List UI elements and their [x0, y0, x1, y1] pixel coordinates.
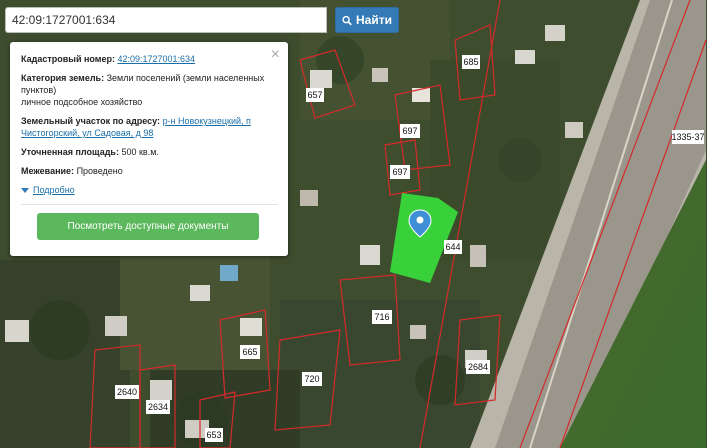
triangle-down-icon	[21, 187, 29, 193]
details-link[interactable]: Подробно	[33, 184, 75, 196]
parcel-label: 2634	[148, 402, 168, 412]
survey-value: Проведено	[76, 166, 123, 176]
parcel-label: 720	[304, 374, 319, 384]
parcel-label: 653	[206, 430, 221, 440]
land-category-row: Категория земель: Земли поселений (земли…	[21, 72, 278, 108]
parcel-label: 665	[242, 347, 257, 357]
parcel-label: 697	[402, 126, 417, 136]
survey-row: Межевание: Проведено	[21, 165, 278, 177]
search-input[interactable]	[5, 7, 327, 33]
parcel-label: 685	[463, 57, 478, 67]
address-label: Земельный участок по адресу:	[21, 116, 161, 126]
parcel-label: 644	[445, 242, 460, 252]
survey-label: Межевание:	[21, 166, 75, 176]
parcel-info-panel: × Кадастровый номер: 42:09:1727001:634 К…	[10, 42, 288, 256]
view-documents-button[interactable]: Посмотреть доступные документы	[37, 213, 259, 240]
area-label: Уточненная площадь:	[21, 147, 119, 157]
cadastral-number-link[interactable]: 42:09:1727001:634	[117, 54, 195, 64]
area-row: Уточненная площадь: 500 кв.м.	[21, 146, 278, 158]
land-category-label: Категория земель:	[21, 73, 105, 83]
divider	[21, 204, 278, 205]
address-row: Земельный участок по адресу: р-н Новокуз…	[21, 115, 278, 139]
details-toggle[interactable]: Подробно	[21, 184, 278, 196]
area-value: 500 кв.м.	[121, 147, 159, 157]
land-use-value: личное подсобное хозяйство	[21, 97, 143, 107]
parcel-label: 657	[307, 90, 322, 100]
parcel-label: 697	[392, 167, 407, 177]
search-bar: Найти	[5, 7, 399, 33]
search-button-label: Найти	[356, 13, 392, 27]
cadastral-number-row: Кадастровый номер: 42:09:1727001:634	[21, 53, 278, 65]
parcel-label: 716	[374, 312, 389, 322]
search-button[interactable]: Найти	[335, 7, 399, 33]
parcel-label: 2640	[117, 387, 137, 397]
cadastral-number-label: Кадастровый номер:	[21, 54, 115, 64]
parcel-label: 2684	[468, 362, 488, 372]
parcel-label: 1335-37	[671, 132, 704, 142]
search-icon	[342, 15, 352, 25]
close-icon[interactable]: ×	[271, 47, 280, 63]
